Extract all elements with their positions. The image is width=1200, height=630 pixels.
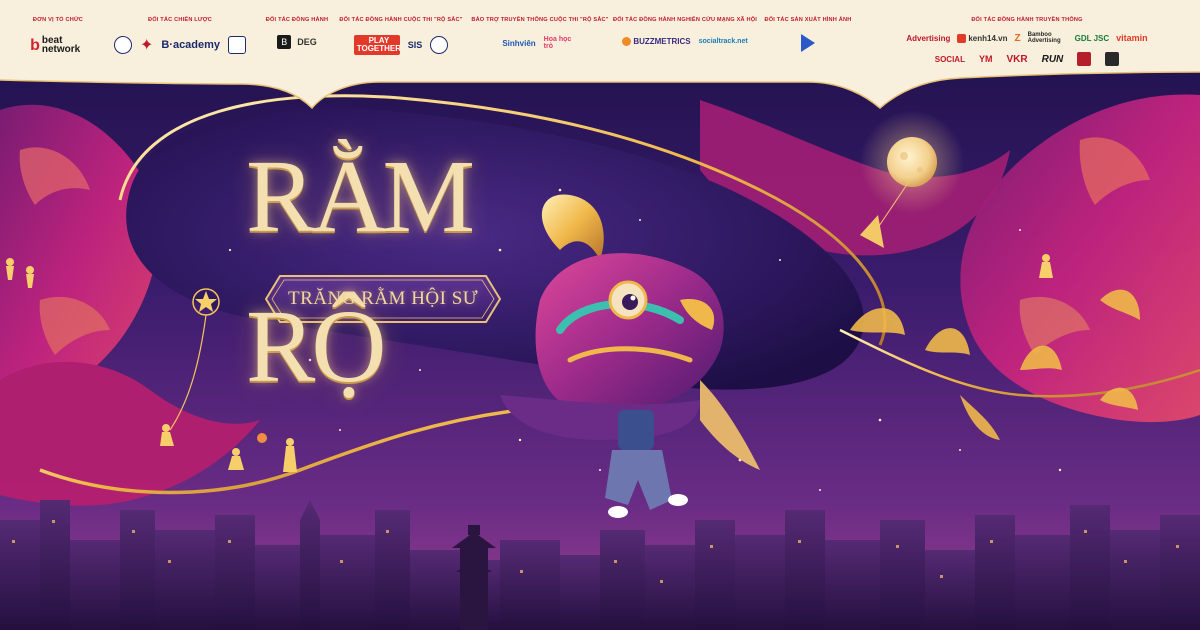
b-academy-logo[interactable]: B·academy bbox=[161, 39, 220, 51]
badge-logo-icon[interactable] bbox=[113, 36, 132, 54]
beat-b-icon: b bbox=[30, 36, 40, 54]
sponsor-group-label: ĐƠN VỊ TỔ CHỨC bbox=[32, 17, 84, 23]
sponsor-group-label: ĐỐI TÁC ĐỒNG HÀNH bbox=[265, 17, 329, 23]
sponsor-group-label: ĐỐI TÁC ĐỒNG HÀNH TRUYỀN THÔNG bbox=[971, 17, 1083, 23]
sinh-vien-logo[interactable]: Sinhviên bbox=[502, 39, 535, 48]
subtitle: TRĂNG RẰM HỘI SƯ bbox=[287, 288, 479, 309]
sponsor-group-media: ĐỐI TÁC ĐỒNG HÀNH TRUYỀN THÔNG Advertisi… bbox=[862, 0, 1192, 80]
sponsor-group-label: ĐỐI TÁC SẢN XUẤT HÌNH ẢNH bbox=[764, 17, 852, 23]
square-logo-icon[interactable] bbox=[1077, 52, 1092, 66]
buzz-circle-icon bbox=[622, 37, 632, 46]
subtitle-plaque: TRĂNG RẰM HỘI SƯ bbox=[266, 276, 500, 322]
sponsor-group-production: ĐỐI TÁC SẢN XUẤT HÌNH ẢNH bbox=[760, 0, 856, 80]
ym-logo[interactable]: YM bbox=[979, 54, 993, 64]
asocial-logo[interactable]: SOCIAL bbox=[935, 55, 965, 64]
socialtrack-logo[interactable]: socialtrack.net bbox=[699, 38, 748, 45]
sponsor-group-research: ĐỐI TÁC ĐỒNG HÀNH NGHIÊN CỨU MẠNG XÃ HỘI… bbox=[612, 0, 758, 80]
beat-network-logo[interactable]: b beat network bbox=[30, 36, 86, 55]
main-title: RẰM RỘ bbox=[246, 139, 475, 404]
run-logo[interactable]: RUN bbox=[1042, 54, 1064, 65]
square-logo-icon[interactable] bbox=[1105, 52, 1120, 66]
sponsor-group-companion: ĐỐI TÁC ĐỒNG HÀNH B DEG bbox=[260, 0, 334, 80]
sponsor-group-label: BẢO TRỢ TRUYỀN THÔNG CUỘC THI "RỘ SẮC" bbox=[471, 17, 609, 23]
play-together-logo[interactable]: PLAY TOGETHER bbox=[353, 35, 401, 55]
deg-logo[interactable]: DEG bbox=[297, 37, 317, 47]
sponsor-group-organizer: ĐƠN VỊ TỔ CHỨC b beat network bbox=[12, 0, 104, 80]
seal-logo-icon[interactable] bbox=[430, 36, 449, 54]
advertising-vietnam-logo[interactable]: Advertising bbox=[906, 34, 950, 43]
sponsor-group-contest-companion: ĐỐI TÁC ĐỒNG HÀNH CUỘC THI "RỘ SẮC" PLAY… bbox=[336, 0, 466, 80]
b-square-logo-icon[interactable]: B bbox=[277, 35, 292, 49]
moon bbox=[887, 137, 937, 187]
banner: ĐƠN VỊ TỔ CHỨC b beat network ĐỐI TÁC CH… bbox=[0, 0, 1200, 630]
sponsor-group-label: ĐỐI TÁC CHIẾN LƯỢC bbox=[148, 17, 212, 23]
bamboo-advertising-logo[interactable]: Bamboo Advertising bbox=[1028, 32, 1068, 44]
vkr-logo[interactable]: VKR bbox=[1006, 54, 1027, 65]
hoa-hoc-tro-logo[interactable]: Hoa học trò bbox=[544, 36, 578, 50]
sponsor-group-strategic: ĐỐI TÁC CHIẾN LƯỢC ✦ B·academy bbox=[106, 0, 254, 80]
sponsor-group-media-contest: BẢO TRỢ TRUYỀN THÔNG CUỘC THI "RỘ SẮC" S… bbox=[470, 0, 610, 80]
sponsor-group-label: ĐỐI TÁC ĐỒNG HÀNH NGHIÊN CỨU MẠNG XÃ HỘI bbox=[612, 17, 758, 23]
buzzmetrics-logo[interactable]: BUZZMETRICS bbox=[622, 37, 691, 46]
sponsor-group-label: ĐỐI TÁC ĐỒNG HÀNH CUỘC THI "RỘ SẮC" bbox=[339, 17, 463, 23]
z-logo[interactable]: Z bbox=[1015, 33, 1021, 44]
sis-logo[interactable]: SIS bbox=[408, 40, 423, 50]
shield-logo-icon[interactable] bbox=[228, 36, 247, 54]
production-logo-icon[interactable] bbox=[801, 34, 815, 52]
vitamin-logo[interactable]: vitamin bbox=[1116, 33, 1148, 43]
star-mark-icon[interactable]: ✦ bbox=[140, 35, 153, 55]
gdl-jsc-logo[interactable]: GDL JSC bbox=[1075, 34, 1110, 43]
heart-lantern bbox=[257, 433, 267, 443]
kenh14-logo[interactable]: kenh14.vn bbox=[957, 33, 1008, 43]
sponsor-strip: ĐƠN VỊ TỔ CHỨC b beat network ĐỐI TÁC CH… bbox=[0, 0, 1200, 112]
kenh14-k-icon bbox=[957, 33, 967, 43]
